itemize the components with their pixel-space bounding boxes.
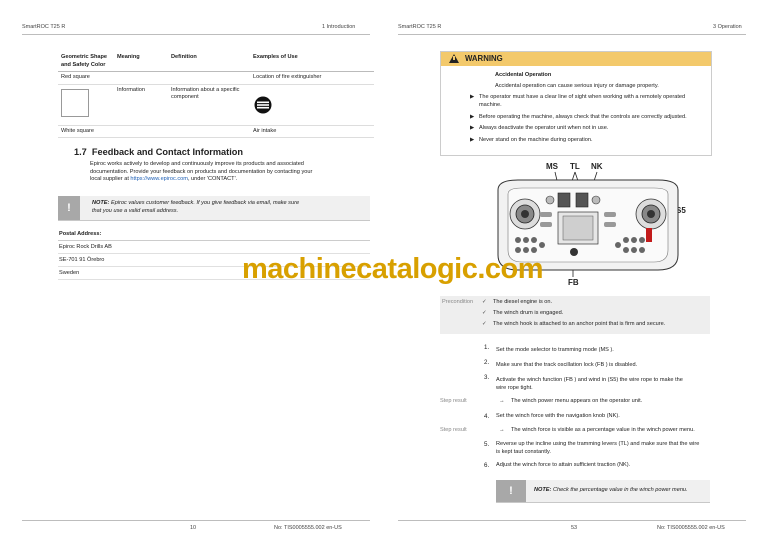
precondition-item: The diesel engine is on.: [493, 299, 553, 305]
cell-shape: Red square: [58, 71, 114, 85]
warning-header: WARNING: [441, 52, 711, 66]
warning-bullet: Never stand on the machine during operat…: [479, 137, 593, 143]
step-number: 5.: [484, 441, 490, 448]
bullet-marker: ▶: [470, 137, 475, 143]
step-number: 1.: [484, 344, 490, 351]
postal-line: Epiroc Rock Drills AB: [59, 244, 112, 250]
step-number: 4.: [484, 413, 490, 420]
note-icon: !: [496, 480, 526, 502]
bullet-marker: ▶: [470, 94, 475, 100]
bullet-marker: ▶: [470, 114, 475, 120]
arrow-icon: →: [499, 398, 505, 404]
warning-triangle-icon: [449, 54, 459, 63]
table-row: Red square Location of fire extinguisher: [58, 71, 374, 85]
note-label: NOTE:: [534, 487, 552, 493]
warning-bullet: The operator must have a clear line of s…: [479, 94, 686, 100]
step-result-label: Step result: [440, 427, 467, 433]
left-footer-rule: [22, 520, 370, 521]
step-number: 6.: [484, 462, 490, 469]
right-header-chapter: 3 Operation: [713, 24, 742, 30]
step-result: The winch power menu appears on the oper…: [511, 398, 643, 404]
watermark-text: machinecatalogic.com: [242, 253, 544, 285]
cell-example: Air intake: [250, 125, 374, 139]
cell-definition: Information about a specific component: [168, 84, 250, 126]
check-icon: ✓: [482, 310, 487, 316]
left-page-number: 10: [190, 525, 197, 531]
left-header-rule: [22, 34, 370, 35]
left-doc-number: No: TIS0005555.002 en-US: [274, 525, 342, 531]
note-text: Epiroc values customer feedback. If you …: [109, 200, 300, 206]
check-icon: ✓: [482, 299, 487, 305]
step-text: Adjust the winch force to attain suffici…: [496, 462, 631, 468]
cell-meaning: Information: [114, 84, 168, 126]
precondition-label: Precondition: [442, 299, 474, 305]
section-number: 1.7: [74, 147, 87, 157]
step-text: Activate the winch function (FB ) and wi…: [496, 377, 683, 383]
step-text: Set the mode selector to tramming mode (…: [496, 347, 614, 353]
white-square-symbol: [61, 88, 89, 117]
step-text: Make sure that the track oscillation loc…: [496, 362, 638, 368]
step-number: 2.: [484, 359, 490, 366]
step-text-cont: is kept taut constantly.: [496, 449, 551, 455]
right-header-rule: [398, 34, 746, 35]
step-text: Set the winch force with the navigation …: [496, 413, 620, 419]
postal-line: Sweden: [59, 270, 80, 276]
note-label: NOTE:: [92, 200, 110, 206]
feedback-paragraph: Epiroc works actively to develop and con…: [90, 161, 313, 183]
warning-box: WARNING Accidental Operation Accidental …: [440, 51, 712, 156]
arrow-icon: →: [499, 427, 505, 433]
right-footer-rule: [398, 520, 746, 521]
cell-shape: White square: [58, 125, 114, 139]
right-note-box: ! NOTE: Check the percentage value in th…: [496, 480, 710, 503]
section-heading: 1.7 Feedback and Contact Information: [74, 147, 243, 157]
bullet-marker: ▶: [470, 125, 475, 131]
col-header-shape: Geometric Shape and Safety Color: [58, 52, 114, 73]
note-box: ! NOTE: Epiroc values customer feedback.…: [58, 196, 370, 221]
precondition-item: The winch hook is attached to an anchor …: [493, 321, 666, 327]
section-title: Feedback and Contact Information: [91, 147, 243, 157]
col-header-meaning: Meaning: [114, 52, 168, 73]
safety-color-table: Geometric Shape and Safety Color Meaning…: [58, 52, 374, 139]
epiroc-link[interactable]: https://www.epiroc.com: [130, 176, 188, 182]
step-text: Reverse up the incline using the trammin…: [496, 441, 700, 447]
postal-line: SE-701 91 Örebro: [59, 257, 105, 263]
note-icon: !: [58, 196, 80, 220]
left-header-title: SmartROC T25 R: [22, 24, 66, 30]
warning-description: Accidental operation can cause serious i…: [495, 83, 659, 89]
step-result-label: Step result: [440, 398, 467, 404]
col-header-examples: Examples of Use: [250, 52, 374, 73]
air-intake-icon: [254, 96, 272, 114]
warning-title: WARNING: [465, 54, 503, 63]
table-row: White square Air intake: [58, 125, 374, 139]
right-page-number: 53: [571, 525, 578, 531]
postal-title: Postal Address:: [59, 231, 102, 237]
col-header-definition: Definition: [168, 52, 250, 73]
warning-bullet: Always deactivate the operator unit when…: [479, 125, 609, 131]
step-number: 3.: [484, 374, 490, 381]
warning-subtitle: Accidental Operation: [495, 72, 552, 78]
step-result: The winch force is visible as a percenta…: [511, 427, 695, 433]
warning-bullet: machine.: [479, 102, 502, 108]
left-header-chapter: 1 Introduction: [322, 24, 356, 30]
right-header-title: SmartROC T25 R: [398, 24, 442, 30]
cell-example: Location of fire extinguisher: [250, 71, 374, 85]
warning-bullet: Before operating the machine, always che…: [479, 114, 687, 120]
step-text-cont: wire rope tight.: [496, 385, 533, 391]
table-row: Information Information about a specific…: [58, 84, 374, 126]
right-doc-number: No: TIS0005555.002 en-US: [657, 525, 725, 531]
precondition-item: The winch drum is engaged.: [493, 310, 564, 316]
precondition-box: Precondition ✓ The diesel engine is on. …: [440, 296, 710, 334]
check-icon: ✓: [482, 321, 487, 327]
note-text: Check the percentage value in the winch …: [551, 487, 688, 493]
